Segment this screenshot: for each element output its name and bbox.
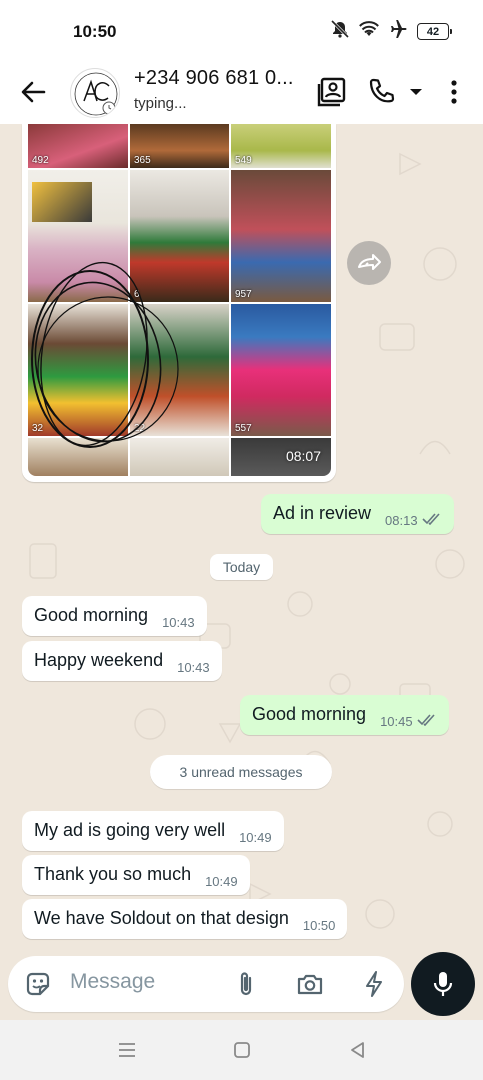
message-time: 08:13 (385, 513, 418, 528)
tile-count: 557 (235, 423, 252, 434)
contact-card-button[interactable] (316, 76, 348, 108)
avatar[interactable] (70, 68, 120, 118)
menu-icon (119, 1043, 135, 1057)
more-vert-icon (451, 80, 457, 104)
tile-count: 549 (235, 155, 252, 166)
airplane-icon (388, 20, 408, 43)
status-bar: 10:50 42 (0, 0, 483, 62)
call-button[interactable] (366, 76, 398, 108)
back-button[interactable] (18, 77, 48, 107)
more-options-button[interactable] (438, 76, 470, 108)
voice-message-button[interactable] (411, 952, 475, 1016)
message-text: We have Soldout on that design (34, 908, 289, 928)
message-time: 10:49 (239, 830, 272, 845)
tile-count: 492 (32, 155, 49, 166)
message-text: My ad is going very well (34, 820, 226, 840)
status-icons: 42 (330, 19, 452, 43)
media-tile[interactable]: 549 (231, 124, 331, 168)
read-ticks-icon (422, 508, 442, 530)
chat-area[interactable]: 492 365 549 6 957 32 22 557 08:07 Ad in … (0, 124, 483, 950)
attach-button[interactable] (232, 970, 260, 998)
date-separator: Today (210, 554, 273, 580)
home-button[interactable] (230, 1038, 254, 1062)
message-bubble-incoming[interactable]: Good morning 10:43 (22, 596, 207, 636)
camera-button[interactable] (296, 970, 324, 998)
message-bubble-outgoing[interactable]: Good morning 10:45 (240, 695, 449, 735)
message-bubble-incoming[interactable]: My ad is going very well 10:49 (22, 811, 284, 851)
read-ticks-icon (417, 709, 437, 731)
scribble-annotation (31, 261, 179, 448)
battery-icon: 42 (417, 23, 452, 40)
message-text: Happy weekend (34, 650, 164, 670)
message-text: Thank you so much (34, 864, 192, 884)
phone-icon (369, 78, 395, 103)
camera-icon (297, 974, 323, 995)
media-time: 08:07 (285, 448, 321, 464)
message-time: 10:49 (205, 874, 238, 889)
media-tile[interactable]: 557 (231, 304, 331, 436)
media-tile[interactable]: 492 (28, 124, 128, 168)
sticker-icon (26, 972, 50, 996)
message-text: Good morning (34, 605, 149, 625)
system-nav-bar (0, 1020, 483, 1080)
forward-icon (358, 254, 381, 270)
compose-bar (0, 950, 483, 1020)
call-options-button[interactable] (402, 76, 430, 108)
mute-icon (330, 19, 350, 43)
message-time: 10:45 (380, 714, 413, 729)
status-time: 10:50 (73, 22, 117, 41)
microphone-icon (433, 972, 453, 996)
message-text: Ad in review (273, 503, 372, 523)
media-tile[interactable]: 957 (231, 170, 331, 302)
message-bubble-outgoing[interactable]: Ad in review 08:13 (261, 494, 454, 534)
quick-reply-button[interactable] (360, 970, 388, 998)
message-time: 10:43 (177, 660, 210, 675)
forward-button[interactable] (347, 241, 391, 285)
media-message[interactable]: 492 365 549 6 957 32 22 557 08:07 (22, 124, 336, 482)
lightning-icon (366, 971, 382, 997)
square-icon (234, 1042, 250, 1058)
message-bubble-incoming[interactable]: Happy weekend 10:43 (22, 641, 222, 681)
message-input-container[interactable] (8, 956, 404, 1012)
unread-separator: 3 unread messages (150, 755, 332, 789)
recents-button[interactable] (115, 1038, 139, 1062)
tile-count: 957 (235, 289, 252, 300)
media-grid[interactable]: 492 365 549 6 957 32 22 557 08:07 (28, 124, 331, 476)
contact-card-icon (317, 77, 346, 107)
back-arrow-icon (21, 81, 46, 103)
contact-status: typing... (134, 95, 187, 112)
media-tile[interactable]: 365 (130, 124, 229, 168)
message-bubble-incoming[interactable]: Thank you so much 10:49 (22, 855, 250, 895)
back-nav-button[interactable] (346, 1038, 370, 1062)
contact-name[interactable]: +234 906 681 0... (134, 67, 294, 90)
message-time: 10:43 (162, 615, 195, 630)
message-text: Good morning (252, 704, 367, 724)
chat-header: +234 906 681 0... typing... (0, 62, 483, 124)
tile-count: 365 (134, 155, 151, 166)
message-bubble-incoming[interactable]: We have Soldout on that design 10:50 (22, 899, 348, 939)
message-time: 10:50 (302, 918, 336, 933)
triangle-back-icon (351, 1042, 364, 1058)
message-input[interactable] (70, 970, 220, 994)
chevron-down-icon (410, 89, 422, 95)
paperclip-icon (240, 972, 252, 996)
sticker-button[interactable] (24, 970, 52, 998)
wifi-icon (359, 21, 379, 42)
